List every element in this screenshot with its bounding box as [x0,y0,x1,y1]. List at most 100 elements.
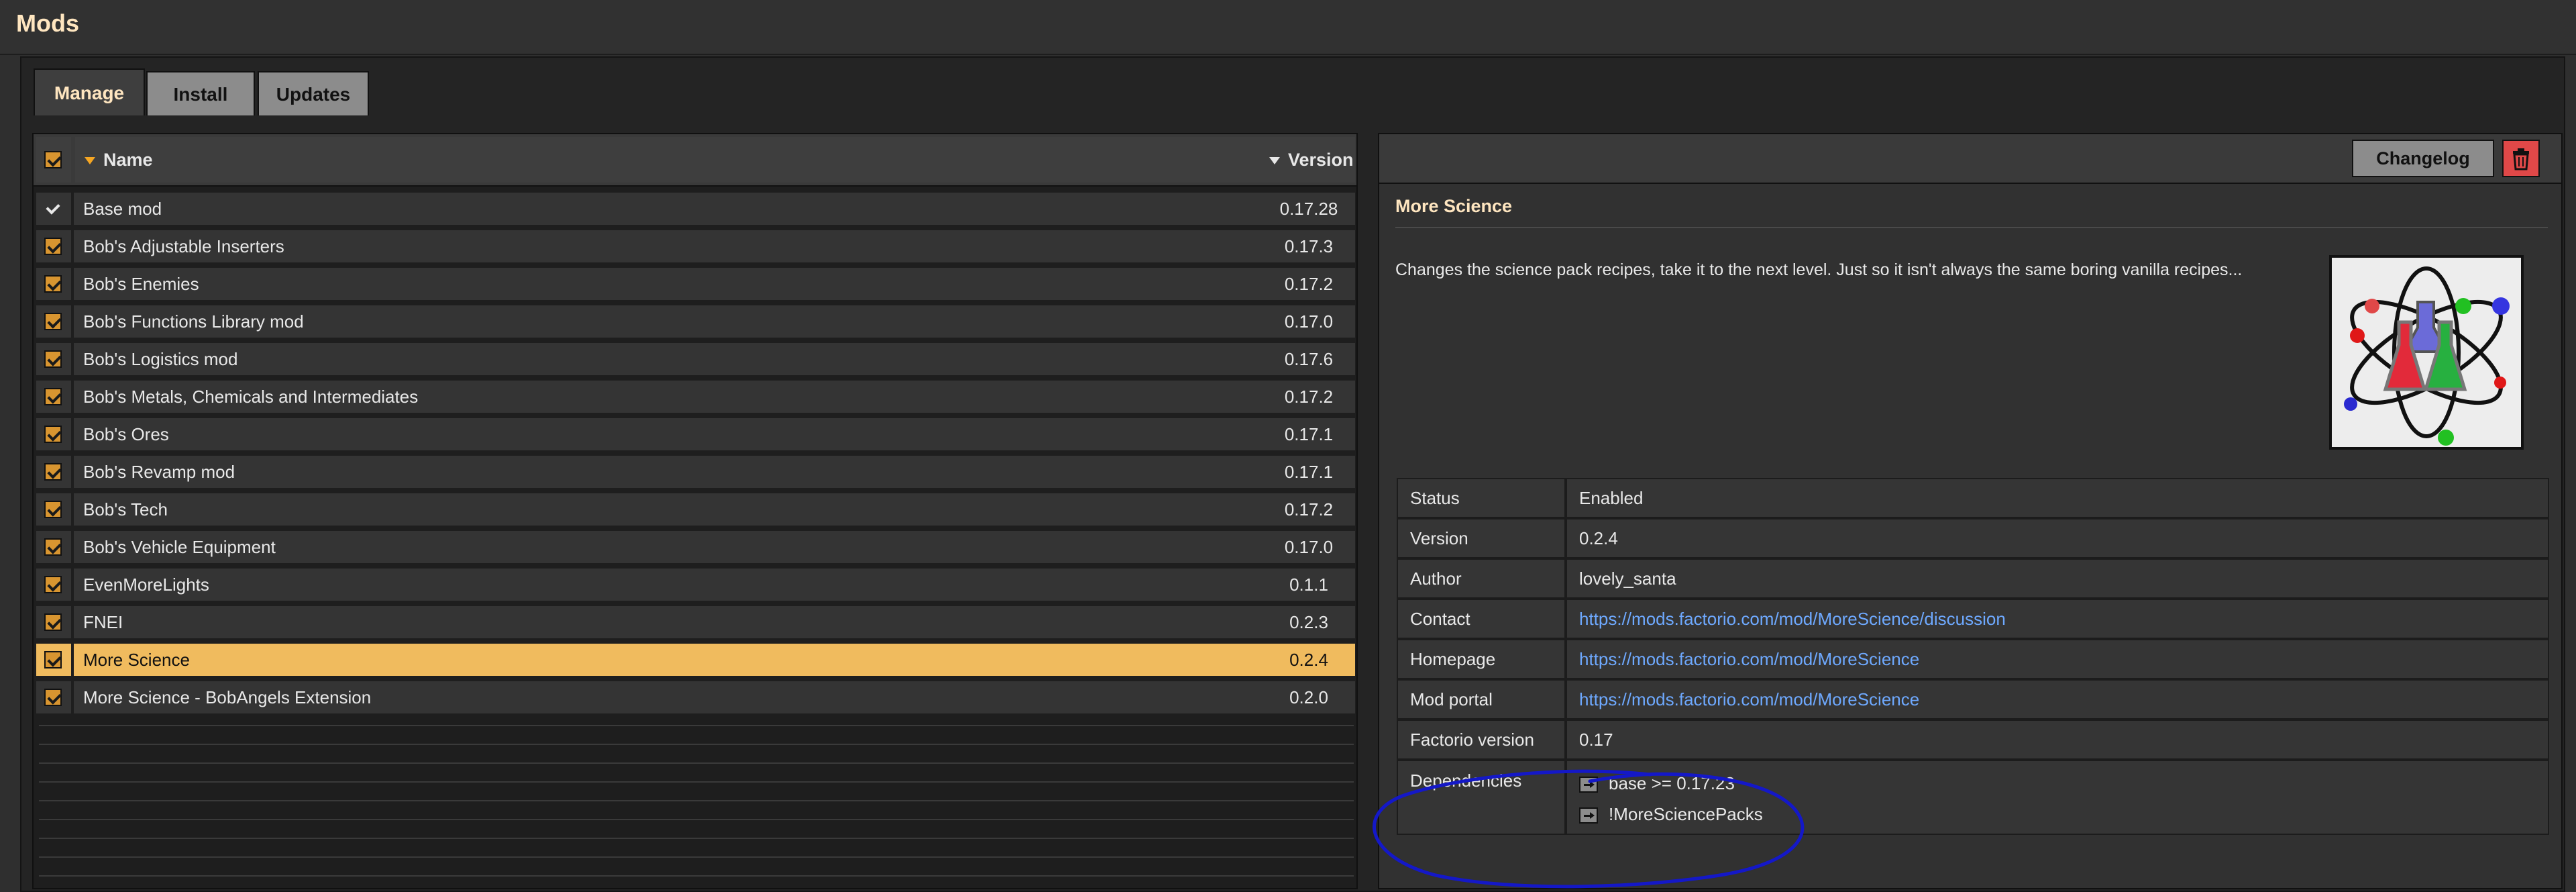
title-divider [1395,227,2548,228]
enabled-checkbox[interactable] [44,388,62,405]
enabled-checkbox[interactable] [44,275,62,293]
version-column-header[interactable]: Version [1261,137,1355,183]
mod-version: 0.17.6 [1284,349,1334,369]
enabled-checkbox[interactable] [44,463,62,481]
mod-list-header: Name Version [34,134,1356,187]
contact-link[interactable]: https://mods.factorio.com/mod/MoreScienc… [1579,609,2006,629]
info-row-version: Version 0.2.4 [1397,518,2549,558]
info-key: Status [1397,478,1566,518]
info-value: lovely_santa [1566,558,2549,599]
mod-name: EvenMoreLights [83,575,209,595]
mod-name: Bob's Vehicle Equipment [83,537,276,557]
mod-row[interactable]: Bob's Tech 0.17.2 [34,491,1356,528]
sort-desc-icon [85,157,95,165]
mod-portal-link[interactable]: https://mods.factorio.com/mod/MoreScienc… [1579,689,1919,709]
mod-row[interactable]: Bob's Adjustable Inserters 0.17.3 [34,228,1356,264]
mod-row[interactable]: Bob's Revamp mod 0.17.1 [34,454,1356,490]
tab-install[interactable]: Install [146,71,255,115]
mod-name: Bob's Adjustable Inserters [83,236,284,256]
mod-version: 0.2.3 [1289,612,1328,632]
mod-version: 0.17.2 [1284,274,1334,294]
mod-row[interactable]: Bob's Functions Library mod 0.17.0 [34,303,1356,340]
mod-version: 0.17.3 [1284,236,1334,256]
enabled-checkbox[interactable] [44,313,62,330]
enabled-checkbox[interactable] [44,538,62,556]
mod-row[interactable]: EvenMoreLights 0.1.1 [34,566,1356,603]
mod-description: Changes the science pack recipes, take i… [1395,260,2243,279]
enabled-checkbox[interactable] [44,238,62,255]
mod-row[interactable]: Bob's Ores 0.17.1 [34,416,1356,452]
enabled-checkbox[interactable] [44,576,62,593]
info-row-homepage: Homepage https://mods.factorio.com/mod/M… [1397,639,2549,679]
enabled-checkbox[interactable] [44,613,62,631]
enabled-checkbox[interactable] [44,200,62,217]
mod-thumbnail [2329,255,2524,450]
mod-row[interactable]: Bob's Vehicle Equipment 0.17.0 [34,529,1356,565]
science-flasks-atom-icon [2344,266,2510,446]
mod-version: 0.17.28 [1279,199,1338,219]
mod-name: Bob's Functions Library mod [83,311,304,332]
mod-version: 0.17.2 [1284,499,1334,519]
mod-row-base-mod[interactable]: Base mod 0.17.28 [34,191,1356,227]
info-row-factorio-version: Factorio version 0.17 [1397,720,2549,760]
info-key: Version [1397,518,1566,558]
window-title: Mods [16,9,79,37]
mod-version: 0.2.0 [1289,687,1328,707]
mod-details-panel: Changelog More Science Changes the scien… [1378,133,2563,889]
mod-row[interactable]: Bob's Logistics mod 0.17.6 [34,341,1356,377]
name-header-label: Name [103,150,153,170]
version-header-label: Version [1288,150,1354,170]
mod-version: 0.1.1 [1289,575,1328,595]
info-row-author: Author lovely_santa [1397,558,2549,599]
mod-name: Bob's Tech [83,499,168,519]
enabled-checkbox[interactable] [44,651,62,668]
sort-icon [1269,157,1280,165]
enabled-checkbox[interactable] [44,350,62,368]
delete-button[interactable] [2502,140,2540,177]
trash-icon [2513,148,2529,170]
title-bar: Mods [0,0,2576,55]
mod-name: Base mod [83,199,162,219]
dependency-item[interactable]: !MoreSciencePacks [1579,799,2536,830]
info-row-dependencies: Dependencies base >= 0.17.23 !MoreScienc… [1397,760,2549,835]
enabled-checkbox[interactable] [44,689,62,706]
mod-info-table: Status Enabled Version 0.2.4 Author love… [1397,478,2549,835]
changelog-button[interactable]: Changelog [2352,140,2494,177]
info-value: 0.17 [1566,720,2549,760]
enabled-checkbox[interactable] [44,501,62,518]
mod-list-panel: Name Version Base mod 0.17.28 Bob's Adju… [32,133,1358,889]
mod-row[interactable]: FNEI 0.2.3 [34,604,1356,640]
homepage-link[interactable]: https://mods.factorio.com/mod/MoreScienc… [1579,649,1919,669]
info-key: Homepage [1397,639,1566,679]
mod-version: 0.17.1 [1284,462,1334,482]
mod-version: 0.2.4 [1289,650,1328,670]
mod-version: 0.17.2 [1284,387,1334,407]
dependency-item[interactable]: base >= 0.17.23 [1579,768,2536,799]
tab-manage[interactable]: Manage [34,68,145,115]
info-key: Author [1397,558,1566,599]
mod-name: More Science [83,650,190,670]
arrow-right-icon [1579,777,1598,793]
dependency-label: !MoreSciencePacks [1609,804,1763,824]
mod-name: Bob's Enemies [83,274,199,294]
info-row-mod-portal: Mod portal https://mods.factorio.com/mod… [1397,679,2549,720]
mod-row[interactable]: More Science - BobAngels Extension 0.2.0 [34,679,1356,715]
mod-name: More Science - BobAngels Extension [83,687,372,707]
mod-version: 0.17.0 [1284,311,1334,332]
mod-row[interactable]: Bob's Enemies 0.17.2 [34,266,1356,302]
info-row-status: Status Enabled [1397,478,2549,518]
mod-version: 0.17.0 [1284,537,1334,557]
info-value: 0.2.4 [1566,518,2549,558]
info-value: Enabled [1566,478,2549,518]
mod-name: Bob's Logistics mod [83,349,238,369]
enabled-checkbox[interactable] [44,426,62,443]
mod-row[interactable]: Bob's Metals, Chemicals and Intermediate… [34,379,1356,415]
name-column-header[interactable]: Name [75,137,1289,183]
mod-row-selected[interactable]: More Science 0.2.4 [34,642,1356,678]
info-row-contact: Contact https://mods.factorio.com/mod/Mo… [1397,599,2549,639]
mod-name: FNEI [83,612,123,632]
dependency-label: base >= 0.17.23 [1609,773,1735,793]
tab-updates[interactable]: Updates [258,71,369,115]
select-all-checkbox[interactable] [44,151,62,168]
info-key: Mod portal [1397,679,1566,720]
